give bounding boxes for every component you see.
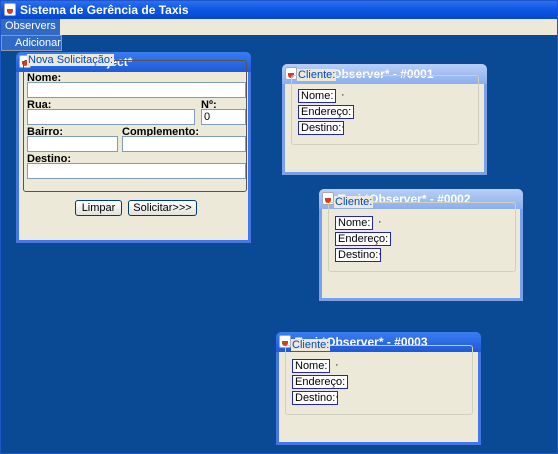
nome-field-label: Nome: xyxy=(335,216,374,230)
nome-input[interactable] xyxy=(27,82,246,98)
endereco-field-label: Endereço: xyxy=(292,375,349,389)
cliente-label: Cliente: xyxy=(291,339,331,351)
nova-solicitacao-group: Nova Solicitação: Nome: Rua: Nº: 0 Bairr… xyxy=(23,54,247,192)
rua-input[interactable] xyxy=(27,109,195,125)
destino-value: · xyxy=(341,121,345,133)
nome-value: · xyxy=(341,89,345,101)
bairro-input[interactable] xyxy=(27,136,118,152)
destino-input[interactable] xyxy=(27,163,246,179)
window-titlebar[interactable]: Sistema de Gerência de Taxis xyxy=(1,1,557,19)
cliente-group: Cliente: Nome: · Endereço: · Destino: · xyxy=(291,69,479,145)
cliente-label: Cliente: xyxy=(334,196,374,208)
nome-value: · xyxy=(378,216,382,228)
taxi-frame-0001: Taxi *Observer* - #0001 Cliente: Nome: ·… xyxy=(282,64,487,175)
nome-field-label: Nome: xyxy=(298,89,337,103)
desktop-pane: Central *Subject* Nova Solicitação: Nome… xyxy=(1,35,557,453)
limpar-button[interactable]: Limpar xyxy=(75,200,122,216)
nome-field-label: Nome: xyxy=(292,359,331,373)
complemento-input[interactable] xyxy=(122,136,246,152)
destino-field-label: Destino: xyxy=(335,248,382,262)
java-cup-icon xyxy=(4,3,16,16)
endereco-field-label: Endereço: xyxy=(298,105,355,119)
cliente-group: Cliente: Nome: · Endereço: · Destino: · xyxy=(328,196,516,272)
destino-field-label: Destino: xyxy=(292,391,339,405)
destino-value: · xyxy=(378,248,382,260)
nova-solicitacao-label: Nova Solicitação: xyxy=(27,54,114,66)
endereco-value: · xyxy=(341,105,345,117)
taxi-frame-0002: Taxi *Observer* - #0002 Cliente: Nome: ·… xyxy=(319,189,523,301)
central-frame: Central *Subject* Nova Solicitação: Nome… xyxy=(16,52,251,243)
destino-field-label: Destino: xyxy=(298,121,345,135)
window-title: Sistema de Gerência de Taxis xyxy=(20,3,189,17)
endereco-field-label: Endereço: xyxy=(335,232,392,246)
solicitar-button[interactable]: Solicitar>>> xyxy=(128,200,197,216)
endereco-value: · xyxy=(378,232,382,244)
cliente-label: Cliente: xyxy=(297,69,337,81)
menu-item-adicionar[interactable]: Adicionar xyxy=(1,35,62,51)
nome-value: · xyxy=(335,359,339,371)
endereco-value: · xyxy=(335,375,339,387)
destino-value: · xyxy=(335,391,339,403)
menu-bar: Observers xyxy=(1,19,557,35)
numero-input[interactable]: 0 xyxy=(201,109,246,125)
main-window: Sistema de Gerência de Taxis Observers C… xyxy=(0,0,558,454)
menu-observers[interactable]: Observers xyxy=(1,19,60,35)
taxi-frame-0003: Taxi *Observer* - #0003 Cliente: Nome: ·… xyxy=(276,332,481,445)
cliente-group: Cliente: Nome: · Endereço: · Destino: · xyxy=(285,339,473,415)
